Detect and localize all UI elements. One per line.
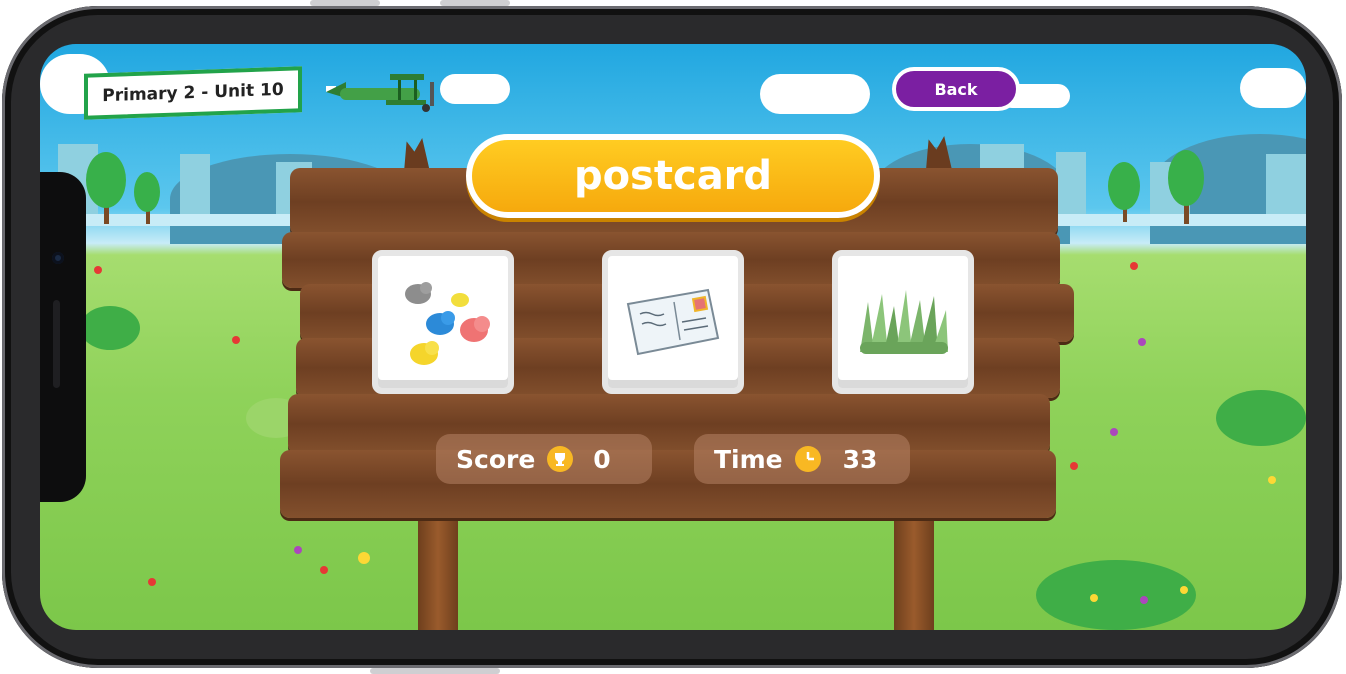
sign-plank — [280, 450, 1056, 518]
time-value: 33 — [842, 444, 878, 474]
sign-post-right — [894, 500, 934, 630]
tree — [1168, 150, 1204, 206]
flower — [1110, 428, 1118, 436]
airplane-icon — [326, 74, 434, 112]
score-panel: Score 0 — [436, 434, 652, 484]
camera — [52, 252, 64, 264]
target-word-label: postcard — [573, 153, 773, 199]
flower — [1180, 586, 1188, 594]
score-label: Score — [456, 444, 536, 474]
birds-picture — [405, 282, 490, 365]
flower — [1268, 476, 1276, 484]
flower — [94, 266, 102, 274]
phone-button — [440, 0, 510, 6]
cloud — [760, 74, 870, 114]
back-button[interactable]: Back — [892, 67, 1020, 111]
phone-notch — [40, 172, 86, 502]
grass-picture — [860, 290, 948, 354]
time-label: Time — [714, 444, 783, 474]
tree — [86, 152, 126, 208]
flower — [294, 546, 302, 554]
sign-plank — [288, 394, 1050, 454]
choice-card-birds[interactable] — [372, 250, 514, 394]
tree — [1108, 162, 1140, 210]
cloud — [1240, 68, 1306, 108]
postcard-picture — [626, 288, 720, 356]
level-label: Primary 2 - Unit 10 — [102, 79, 284, 107]
target-word[interactable]: postcard — [466, 134, 880, 218]
cloud — [440, 74, 510, 104]
score-value: 0 — [593, 444, 611, 474]
trophy-icon — [547, 446, 574, 472]
bush — [1036, 560, 1196, 630]
flower — [1130, 262, 1138, 270]
bush — [1216, 390, 1306, 446]
back-label: Back — [934, 79, 978, 99]
flower — [232, 336, 240, 344]
bush — [80, 306, 140, 350]
flower — [358, 552, 370, 564]
choice-card-grass[interactable] — [832, 250, 974, 394]
phone-button — [370, 668, 500, 674]
flower — [148, 578, 156, 586]
choice-card-postcard[interactable] — [602, 250, 744, 394]
speaker — [53, 300, 60, 388]
flower — [1070, 462, 1078, 470]
flower — [1090, 594, 1098, 602]
flower — [1140, 596, 1148, 604]
time-panel: Time 33 — [694, 434, 910, 484]
sign-post-left — [418, 500, 458, 630]
phone-button — [310, 0, 380, 6]
flower — [1138, 338, 1146, 346]
clock-icon — [794, 446, 821, 472]
flower — [320, 566, 328, 574]
level-banner: Primary 2 - Unit 10 — [84, 66, 302, 120]
tree — [134, 172, 160, 212]
